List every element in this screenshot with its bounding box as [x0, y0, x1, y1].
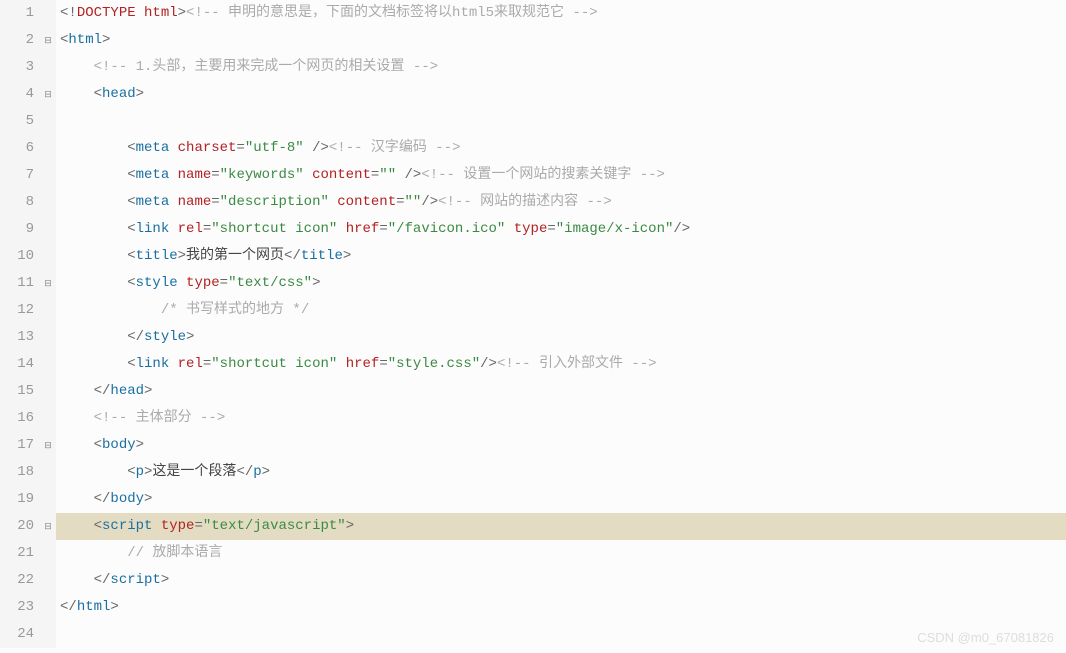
code-line[interactable]: <!-- 主体部分 -->: [60, 405, 1066, 432]
code-area[interactable]: <!DOCTYPE html><!-- 申明的意思是，下面的文档标签将以html…: [56, 0, 1066, 648]
watermark: CSDN @m0_67081826: [917, 630, 1054, 645]
code-line[interactable]: <link rel="shortcut icon" href="/favicon…: [60, 216, 1066, 243]
code-line[interactable]: <title>我的第一个网页</title>: [60, 243, 1066, 270]
line-number: 9: [0, 216, 34, 243]
line-number: 24: [0, 621, 34, 648]
line-number: 4: [0, 81, 34, 108]
line-number-gutter: 123456789101112131415161718192021222324: [0, 0, 40, 648]
fold-spacer: [40, 54, 56, 81]
fold-spacer: [40, 108, 56, 135]
fold-spacer: [40, 459, 56, 486]
fold-toggle-icon[interactable]: ⊟: [40, 270, 56, 297]
line-number: 2: [0, 27, 34, 54]
fold-spacer: [40, 135, 56, 162]
line-number: 16: [0, 405, 34, 432]
line-number: 15: [0, 378, 34, 405]
code-line[interactable]: </head>: [60, 378, 1066, 405]
code-line[interactable]: <p>这是一个段落</p>: [60, 459, 1066, 486]
code-line[interactable]: <meta name="description" content=""/><!-…: [60, 189, 1066, 216]
fold-toggle-icon[interactable]: ⊟: [40, 432, 56, 459]
line-number: 21: [0, 540, 34, 567]
code-line[interactable]: <body>: [60, 432, 1066, 459]
code-editor[interactable]: 123456789101112131415161718192021222324 …: [0, 0, 1066, 648]
fold-spacer: [40, 351, 56, 378]
code-line[interactable]: <!-- 1.头部，主要用来完成一个网页的相关设置 -->: [60, 54, 1066, 81]
line-number: 23: [0, 594, 34, 621]
fold-toggle-icon[interactable]: ⊟: [40, 81, 56, 108]
fold-spacer: [40, 567, 56, 594]
fold-spacer: [40, 594, 56, 621]
line-number: 22: [0, 567, 34, 594]
line-number: 5: [0, 108, 34, 135]
code-line[interactable]: <!DOCTYPE html><!-- 申明的意思是，下面的文档标签将以html…: [60, 0, 1066, 27]
code-line[interactable]: <script type="text/javascript">: [56, 513, 1066, 540]
line-number: 12: [0, 297, 34, 324]
code-line[interactable]: // 放脚本语言: [60, 540, 1066, 567]
code-line[interactable]: <meta charset="utf-8" /><!-- 汉字编码 -->: [60, 135, 1066, 162]
line-number: 13: [0, 324, 34, 351]
fold-gutter[interactable]: ⊟ ⊟ ⊟ ⊟ ⊟: [40, 0, 56, 648]
fold-spacer: [40, 0, 56, 27]
code-line[interactable]: <style type="text/css">: [60, 270, 1066, 297]
code-line[interactable]: <head>: [60, 81, 1066, 108]
code-line[interactable]: </html>: [60, 594, 1066, 621]
fold-spacer: [40, 405, 56, 432]
line-number: 7: [0, 162, 34, 189]
line-number: 11: [0, 270, 34, 297]
fold-spacer: [40, 621, 56, 648]
code-line[interactable]: </body>: [60, 486, 1066, 513]
fold-spacer: [40, 486, 56, 513]
fold-toggle-icon[interactable]: ⊟: [40, 513, 56, 540]
line-number: 3: [0, 54, 34, 81]
line-number: 10: [0, 243, 34, 270]
code-line[interactable]: [60, 108, 1066, 135]
line-number: 8: [0, 189, 34, 216]
fold-spacer: [40, 324, 56, 351]
fold-spacer: [40, 216, 56, 243]
fold-toggle-icon[interactable]: ⊟: [40, 27, 56, 54]
fold-spacer: [40, 297, 56, 324]
line-number: 20: [0, 513, 34, 540]
fold-spacer: [40, 540, 56, 567]
code-line[interactable]: <link rel="shortcut icon" href="style.cs…: [60, 351, 1066, 378]
code-line[interactable]: <html>: [60, 27, 1066, 54]
line-number: 17: [0, 432, 34, 459]
code-line[interactable]: </script>: [60, 567, 1066, 594]
fold-spacer: [40, 189, 56, 216]
line-number: 18: [0, 459, 34, 486]
code-line[interactable]: </style>: [60, 324, 1066, 351]
line-number: 1: [0, 0, 34, 27]
code-line[interactable]: <meta name="keywords" content="" /><!-- …: [60, 162, 1066, 189]
line-number: 19: [0, 486, 34, 513]
fold-spacer: [40, 162, 56, 189]
code-line[interactable]: /* 书写样式的地方 */: [60, 297, 1066, 324]
fold-spacer: [40, 378, 56, 405]
fold-spacer: [40, 243, 56, 270]
code-line[interactable]: [60, 621, 1066, 648]
line-number: 14: [0, 351, 34, 378]
line-number: 6: [0, 135, 34, 162]
